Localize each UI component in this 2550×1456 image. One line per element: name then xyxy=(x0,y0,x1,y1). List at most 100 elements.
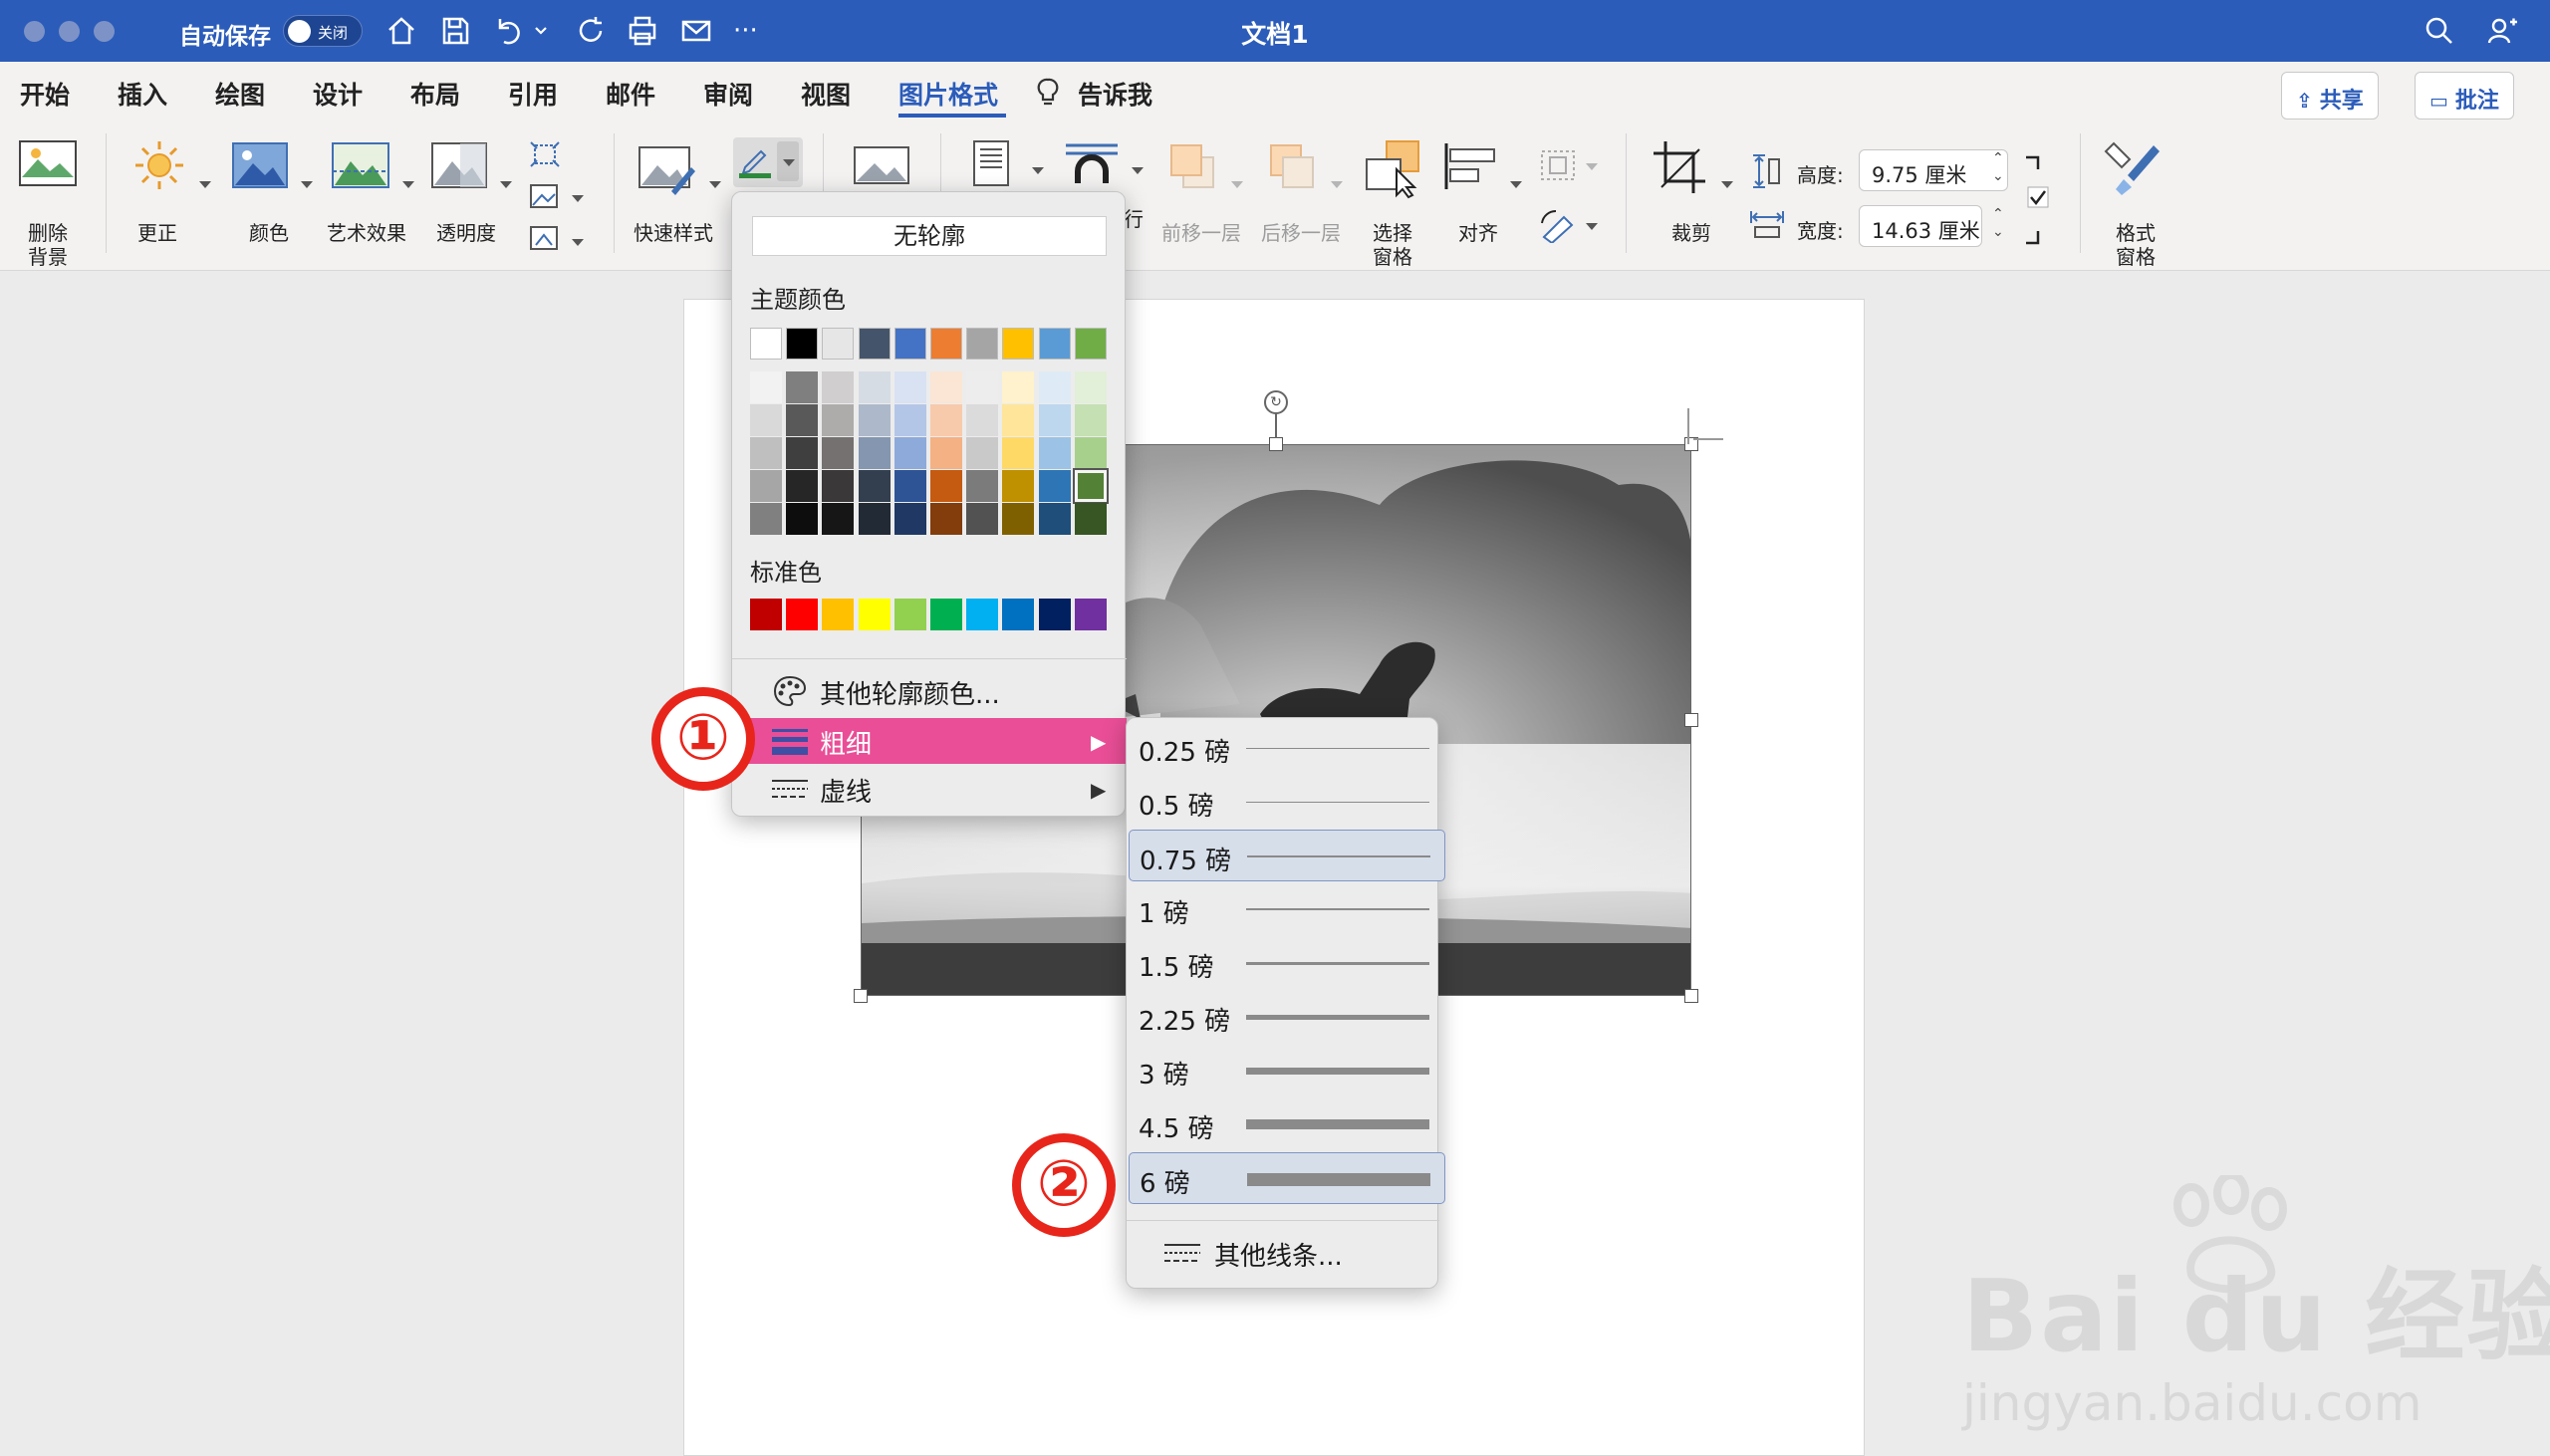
compress-pictures-icon[interactable] xyxy=(528,139,562,169)
height-stepper[interactable]: ⌃ ⌄ xyxy=(1992,149,2004,185)
color-swatch[interactable] xyxy=(822,404,855,436)
tab-tell-me[interactable]: 告诉我 xyxy=(1078,76,1152,112)
reset-picture-icon[interactable] xyxy=(528,223,562,253)
height-field[interactable]: 9.75 厘米 xyxy=(1859,149,2008,191)
color-swatch[interactable] xyxy=(1002,470,1035,502)
lock-aspect-icon[interactable] xyxy=(2022,155,2052,245)
comments-button[interactable]: ▭ 批注 xyxy=(2415,72,2514,120)
color-swatch[interactable] xyxy=(786,328,819,360)
weight-option[interactable]: 2.25 磅 xyxy=(1129,991,1445,1043)
rotate-handle-icon[interactable]: ↻ xyxy=(1264,390,1288,414)
color-swatch[interactable] xyxy=(750,470,782,502)
color-swatch[interactable] xyxy=(858,470,891,502)
color-swatch[interactable] xyxy=(893,404,926,436)
color-swatch[interactable] xyxy=(750,503,782,535)
rotate-icon[interactable] xyxy=(1538,209,1578,243)
color-swatch[interactable] xyxy=(1038,503,1071,535)
color-swatch[interactable] xyxy=(966,404,999,436)
color-swatch[interactable] xyxy=(1038,371,1071,403)
color-swatch[interactable] xyxy=(1002,437,1035,469)
color-swatch[interactable] xyxy=(822,470,855,502)
weight-option[interactable]: 6 磅 xyxy=(1129,1152,1445,1204)
more-outline-colors-item[interactable]: 其他轮廓颜色... xyxy=(732,668,1127,714)
tab-draw[interactable]: 绘图 xyxy=(215,76,265,112)
color-swatch[interactable] xyxy=(1038,328,1071,360)
color-swatch[interactable] xyxy=(786,404,819,436)
no-outline-option[interactable]: 无轮廓 xyxy=(752,216,1107,256)
resize-handle-bottom-right[interactable] xyxy=(1684,989,1698,1003)
tab-references[interactable]: 引用 xyxy=(508,76,558,112)
search-icon[interactable] xyxy=(2422,14,2456,48)
account-icon[interactable] xyxy=(2486,14,2520,48)
tab-mailings[interactable]: 邮件 xyxy=(606,76,655,112)
color-swatch[interactable] xyxy=(966,371,999,403)
color-swatch[interactable] xyxy=(893,503,926,535)
color-swatch[interactable] xyxy=(1074,599,1107,630)
color-swatch[interactable] xyxy=(1038,404,1071,436)
tab-home[interactable]: 开始 xyxy=(20,76,70,112)
color-swatch[interactable] xyxy=(1074,503,1107,535)
tab-view[interactable]: 视图 xyxy=(801,76,851,112)
color-swatch[interactable] xyxy=(750,437,782,469)
group-icon[interactable] xyxy=(1538,147,1578,183)
color-swatch[interactable] xyxy=(786,470,819,502)
weight-option[interactable]: 0.75 磅 xyxy=(1129,830,1445,881)
color-swatch[interactable] xyxy=(786,437,819,469)
color-swatch[interactable] xyxy=(858,599,891,630)
weight-option[interactable]: 1 磅 xyxy=(1129,883,1445,935)
weight-item[interactable]: 粗细 ▶ xyxy=(732,718,1127,764)
color-swatch[interactable] xyxy=(1002,371,1035,403)
color-swatch[interactable] xyxy=(893,437,926,469)
color-swatch[interactable] xyxy=(1038,437,1071,469)
weight-option[interactable]: 1.5 磅 xyxy=(1129,937,1445,989)
color-swatch[interactable] xyxy=(822,371,855,403)
color-swatch[interactable] xyxy=(930,437,962,469)
color-swatch[interactable] xyxy=(822,599,855,630)
color-swatch[interactable] xyxy=(893,470,926,502)
color-swatch[interactable] xyxy=(1002,328,1035,360)
color-swatch[interactable] xyxy=(966,470,999,502)
color-swatch[interactable] xyxy=(1074,437,1107,469)
color-swatch[interactable] xyxy=(858,371,891,403)
resize-handle-bottom-left[interactable] xyxy=(854,989,868,1003)
weight-option[interactable]: 4.5 磅 xyxy=(1129,1098,1445,1150)
color-swatch[interactable] xyxy=(930,503,962,535)
color-swatch[interactable] xyxy=(750,328,782,360)
color-swatch[interactable] xyxy=(1002,503,1035,535)
position-icon[interactable] xyxy=(970,139,1012,187)
color-swatch[interactable] xyxy=(893,371,926,403)
color-swatch[interactable] xyxy=(930,328,962,360)
color-swatch[interactable] xyxy=(858,328,891,360)
color-swatch[interactable] xyxy=(1038,599,1071,630)
color-swatch[interactable] xyxy=(1074,328,1107,360)
weight-option[interactable]: 0.25 磅 xyxy=(1129,722,1445,774)
color-swatch[interactable] xyxy=(1002,599,1035,630)
change-picture-icon[interactable] xyxy=(528,181,562,211)
tab-design[interactable]: 设计 xyxy=(313,76,363,112)
dashes-item[interactable]: 虚线 ▶ xyxy=(732,766,1127,812)
color-swatch[interactable] xyxy=(930,371,962,403)
color-swatch[interactable] xyxy=(893,599,926,630)
color-swatch[interactable] xyxy=(966,437,999,469)
color-swatch[interactable] xyxy=(858,404,891,436)
weight-option[interactable]: 0.5 磅 xyxy=(1129,776,1445,828)
picture-border-button[interactable] xyxy=(733,137,803,187)
color-swatch[interactable] xyxy=(930,404,962,436)
color-swatch[interactable] xyxy=(930,599,962,630)
color-swatch[interactable] xyxy=(1072,468,1109,504)
color-swatch[interactable] xyxy=(750,404,782,436)
color-swatch[interactable] xyxy=(858,437,891,469)
weight-option[interactable]: 3 磅 xyxy=(1129,1045,1445,1096)
tab-layout[interactable]: 布局 xyxy=(410,76,460,112)
share-button[interactable]: ⇪ 共享 xyxy=(2281,72,2379,120)
tab-picture-format[interactable]: 图片格式 xyxy=(898,76,998,112)
color-swatch[interactable] xyxy=(1002,404,1035,436)
color-swatch[interactable] xyxy=(822,437,855,469)
color-swatch[interactable] xyxy=(786,599,819,630)
more-lines-item[interactable]: 其他线条... xyxy=(1127,1228,1439,1278)
color-swatch[interactable] xyxy=(822,328,855,360)
color-swatch[interactable] xyxy=(822,503,855,535)
alt-text-icon[interactable] xyxy=(853,145,910,185)
color-swatch[interactable] xyxy=(1074,404,1107,436)
color-swatch[interactable] xyxy=(750,599,782,630)
